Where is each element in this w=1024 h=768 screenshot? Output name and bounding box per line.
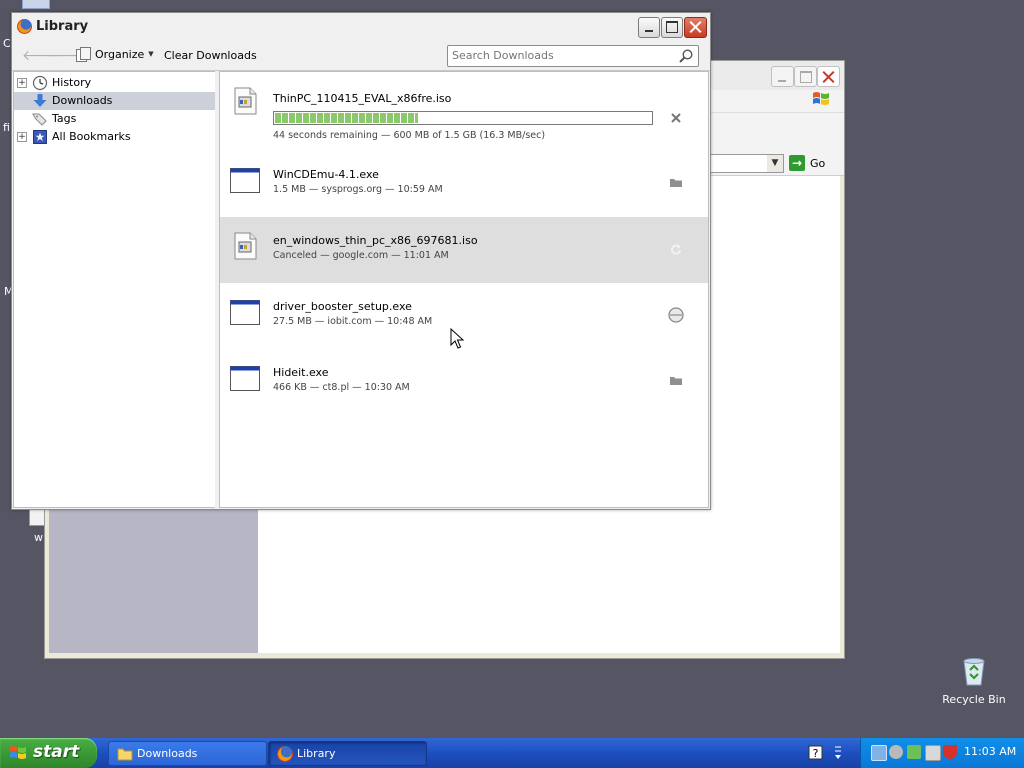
download-filename: en_windows_thin_pc_x86_697681.iso: [273, 234, 478, 247]
download-item[interactable]: WinCDEmu-4.1.exe 1.5 MB — sysprogs.org —…: [220, 151, 708, 217]
downloads-list[interactable]: ThinPC_110415_EVAL_x86fre.iso 44 seconds…: [219, 71, 709, 508]
window-title: Library: [36, 19, 89, 34]
tree-item-label: Downloads: [52, 94, 113, 107]
organize-menu-button[interactable]: Organize ▼: [76, 47, 154, 62]
minimize-button[interactable]: [771, 66, 794, 87]
chevron-down-icon: ▼: [148, 50, 154, 58]
recycle-bin[interactable]: Recycle Bin: [942, 656, 1006, 706]
download-arrow-icon: [33, 94, 47, 107]
download-item[interactable]: en_windows_thin_pc_x86_697681.iso Cancel…: [220, 217, 708, 283]
download-status: 466 KB — ct8.pl — 10:30 AM: [273, 382, 410, 393]
search-input[interactable]: [452, 48, 670, 63]
close-button[interactable]: [817, 66, 840, 87]
folder-icon[interactable]: [667, 174, 685, 192]
organize-label: Organize: [95, 47, 145, 61]
taskbar-item-label: Library: [297, 747, 336, 760]
go-arrow-icon: →: [789, 155, 805, 171]
address-field[interactable]: [705, 154, 769, 173]
minimize-button[interactable]: [638, 17, 660, 38]
search-downloads-box[interactable]: [447, 45, 699, 67]
download-filename: Hideit.exe: [273, 366, 329, 379]
download-status: 44 seconds remaining — 600 MB of 1.5 GB …: [273, 130, 546, 141]
library-tree-pane: + History Downloads Tags + All Bookmarks: [13, 71, 217, 508]
maximize-button[interactable]: [794, 66, 817, 87]
maximize-button[interactable]: [661, 17, 683, 38]
address-dropdown-button[interactable]: ▼: [767, 154, 784, 173]
tree-item-label: Tags: [52, 112, 77, 125]
organize-icon: [76, 47, 91, 62]
bookmarks-star-icon: [33, 130, 47, 144]
desktop-icon-fragment[interactable]: [29, 508, 45, 526]
download-item[interactable]: ThinPC_110415_EVAL_x86fre.iso 44 seconds…: [220, 72, 708, 141]
download-item[interactable]: Hideit.exe 466 KB — ct8.pl — 10:30 AM: [220, 349, 708, 415]
disc-icon[interactable]: [889, 745, 903, 759]
tree-item-all-bookmarks[interactable]: + All Bookmarks: [14, 128, 216, 146]
windows-flag-icon: [813, 92, 829, 105]
hardware-icon[interactable]: [907, 745, 921, 759]
firefox-icon: [17, 19, 32, 34]
download-filename: WinCDEmu-4.1.exe: [273, 168, 379, 181]
taskbar-item-library[interactable]: Library: [268, 741, 427, 766]
desktop-label-fragment: w: [34, 531, 43, 544]
system-tray: 11:03 AM: [860, 738, 1024, 768]
tree-item-downloads[interactable]: Downloads: [14, 92, 216, 110]
download-filename: driver_booster_setup.exe: [273, 300, 412, 313]
library-toolbar: 🡐 🡒 Organize ▼ Clear Downloads: [12, 41, 710, 71]
clock[interactable]: 11:03 AM: [964, 745, 1016, 758]
tray-options-icon[interactable]: [832, 745, 844, 761]
iso-file-icon: [234, 87, 257, 115]
folder-icon: [117, 748, 133, 760]
close-button[interactable]: [684, 17, 707, 38]
desktop-icon-fragment[interactable]: [22, 0, 50, 9]
language-help-icon[interactable]: ?: [806, 742, 826, 764]
cancel-icon[interactable]: [667, 109, 685, 127]
svg-text:?: ?: [813, 747, 819, 760]
download-filename: ThinPC_110415_EVAL_x86fre.iso: [273, 92, 452, 105]
expand-plus-icon[interactable]: +: [17, 78, 27, 88]
clock-icon: [32, 75, 48, 91]
go-button[interactable]: → Go: [789, 154, 825, 172]
recycle-bin-icon: [963, 658, 985, 686]
download-status: 1.5 MB — sysprogs.org — 10:59 AM: [273, 184, 443, 195]
start-label: start: [33, 742, 80, 762]
windows-logo-icon: [10, 746, 26, 759]
exe-window-icon: [230, 366, 260, 391]
mouse-pointer-icon: [450, 328, 464, 349]
recycle-bin-label: Recycle Bin: [942, 693, 1006, 706]
go-label: Go: [810, 156, 826, 170]
tag-icon: [32, 113, 47, 126]
iso-file-icon: [234, 232, 257, 260]
clear-downloads-button[interactable]: Clear Downloads: [164, 49, 257, 62]
tree-item-label: All Bookmarks: [52, 130, 131, 143]
tree-item-label: History: [52, 76, 92, 89]
update-icon[interactable]: [925, 745, 941, 761]
retry-icon[interactable]: [667, 241, 685, 259]
taskbar-item-downloads[interactable]: Downloads: [108, 741, 267, 766]
taskbar-item-label: Downloads: [137, 747, 198, 760]
start-button[interactable]: start: [0, 738, 97, 768]
download-status: Canceled — google.com — 11:01 AM: [273, 250, 449, 261]
security-shield-icon[interactable]: [943, 745, 957, 759]
desktop-label-fragment: fi: [3, 121, 10, 134]
expand-plus-icon[interactable]: +: [17, 132, 27, 142]
download-item[interactable]: driver_booster_setup.exe 27.5 MB — iobit…: [220, 283, 708, 349]
network-icon[interactable]: [871, 745, 887, 761]
search-icon[interactable]: [678, 48, 694, 64]
download-status: 27.5 MB — iobit.com — 10:48 AM: [273, 316, 433, 327]
download-progress-bar: [273, 111, 653, 125]
tree-item-history[interactable]: + History: [14, 74, 216, 92]
exe-window-icon: [230, 300, 260, 325]
tree-item-tags[interactable]: Tags: [14, 110, 216, 128]
download-progress-fill: [275, 113, 418, 123]
desktop-label-fragment: C: [3, 37, 11, 50]
open-circle-icon[interactable]: [667, 306, 685, 324]
library-titlebar[interactable]: Library: [12, 13, 710, 41]
folder-icon[interactable]: [667, 372, 685, 390]
exe-window-icon: [230, 168, 260, 193]
library-window[interactable]: Library 🡐 🡒 Organize ▼ Clear Downloads +: [11, 12, 711, 510]
firefox-icon: [277, 745, 293, 762]
